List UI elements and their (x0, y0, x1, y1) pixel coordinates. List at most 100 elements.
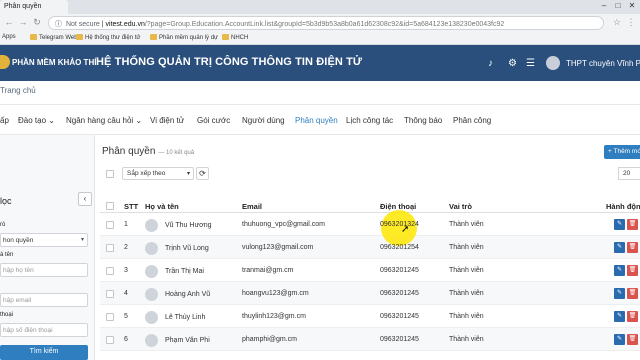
row-stt: 4 (124, 290, 128, 297)
avatar[interactable] (546, 56, 560, 70)
bookmark-icon (222, 34, 229, 40)
row-name[interactable]: Phạm Văn Phi (165, 337, 210, 344)
user-name[interactable]: THPT chuyên Vĩnh Ph (566, 59, 640, 68)
refresh-icon[interactable]: ⟳ (196, 167, 209, 180)
row-role: Thành viên (449, 313, 484, 320)
email-field[interactable]: hập email (0, 293, 88, 307)
edit-icon[interactable]: ✎ (614, 265, 625, 276)
gear-icon[interactable]: ⚙ (508, 58, 517, 69)
menu-item-nguoi-dung[interactable]: Người dùng (242, 116, 285, 125)
edit-icon[interactable]: ✎ (614, 219, 625, 230)
column-stt: STT (124, 202, 139, 211)
bookmark-mail-system[interactable]: Hệ thống thư điện tử (76, 34, 140, 41)
bookmark-telegram[interactable]: Telegram Web (30, 34, 78, 41)
phone-field[interactable]: hập số điện thoại (0, 323, 88, 337)
bookmark-icon (30, 34, 37, 40)
edit-icon[interactable]: ✎ (614, 311, 625, 322)
row-phone: 0963201245 (380, 313, 419, 320)
name-field[interactable]: hập họ tên (0, 263, 88, 277)
row-name[interactable]: Trần Thị Mai (165, 268, 204, 275)
row-name[interactable]: Vũ Thu Hương (165, 222, 212, 229)
row-checkbox[interactable] (106, 313, 114, 321)
delete-icon[interactable]: 🗑 (627, 242, 638, 253)
menu-item-dao-tao[interactable]: Đào tạo ⌄ (18, 116, 55, 125)
column-actions: Hành độn (606, 202, 640, 211)
filter-label-phone: thoại (0, 312, 14, 318)
forward-icon[interactable]: → (18, 17, 28, 27)
menu-item-cap[interactable]: ấp (0, 116, 9, 125)
menu-item-phan-quyen[interactable]: Phân quyền (295, 116, 338, 125)
breadcrumb[interactable]: Trang chủ (0, 86, 36, 95)
delete-icon[interactable]: 🗑 (627, 265, 638, 276)
browser-tab[interactable]: Phân quyền (0, 0, 68, 14)
delete-icon[interactable]: 🗑 (627, 311, 638, 322)
row-checkbox[interactable] (106, 267, 114, 275)
divider (0, 134, 640, 135)
add-button[interactable]: + Thêm mớ (604, 145, 640, 159)
delete-icon[interactable]: 🗑 (627, 219, 638, 230)
menu-item-phan-cong[interactable]: Phân công (453, 116, 491, 125)
back-icon[interactable]: ← (4, 17, 14, 27)
row-role: Thành viên (449, 336, 484, 343)
menu-icon[interactable]: ☰ (526, 58, 535, 69)
address-bar[interactable]: ⓘ Not secure | vitest.edu.vn/?page=Group… (48, 16, 604, 30)
row-stt: 1 (124, 221, 128, 228)
row-checkbox[interactable] (106, 290, 114, 298)
menu-item-goi-cuoc[interactable]: Gói cước (197, 116, 230, 125)
row-role: Thành viên (449, 290, 484, 297)
row-checkbox[interactable] (106, 336, 114, 344)
row-email: tranmai@gm.cm (242, 267, 294, 274)
info-icon: ⓘ (55, 21, 62, 28)
bookmark-nhch[interactable]: NHCH (222, 34, 248, 41)
filter-label-name: à tên (0, 252, 14, 258)
page-size-select[interactable]: 20 (618, 167, 640, 180)
browser-menu-icon[interactable]: ⋮ (626, 17, 636, 28)
edit-icon[interactable]: ✎ (614, 242, 625, 253)
avatar (145, 265, 158, 278)
row-stt: 5 (124, 313, 128, 320)
cursor-highlight (381, 210, 417, 246)
row-name[interactable]: Hoàng Anh Vũ (165, 291, 210, 298)
bookmark-project-software[interactable]: Phần mềm quản lý dự (150, 34, 218, 41)
collapse-sidebar-button[interactable]: ‹ (78, 192, 92, 206)
menu-item-ngan-hang-cau-hoi[interactable]: Ngân hàng câu hỏi ⌄ (66, 116, 142, 125)
page-title: Phân quyền — 10 kết quả (102, 146, 195, 157)
security-label: Not secure (65, 21, 100, 28)
header-checkbox[interactable] (106, 202, 114, 210)
chevron-down-icon: ▾ (186, 171, 190, 177)
reload-icon[interactable]: ↻ (32, 17, 42, 28)
edit-icon[interactable]: ✎ (614, 288, 625, 299)
avatar (145, 311, 158, 324)
menu-item-lich-cong-tac[interactable]: Lịch công tác (346, 116, 393, 125)
filter-label-role: rò (0, 222, 6, 228)
sort-select[interactable]: Sắp xếp theo ▾ (122, 167, 194, 180)
bell-icon[interactable]: ♪ (488, 58, 493, 69)
bookmark-apps[interactable]: Apps (2, 34, 16, 40)
avatar (145, 219, 158, 232)
row-phone: 0963201254 (380, 244, 419, 251)
row-checkbox[interactable] (106, 221, 114, 229)
row-phone: 0963201324 (380, 221, 419, 228)
row-email: thuhuong_vpc@gmail.com (242, 221, 325, 228)
row-name[interactable]: Trịnh Vũ Long (165, 245, 209, 252)
role-select[interactable]: hon quyền ▾ (0, 233, 88, 247)
row-stt: 6 (124, 336, 128, 343)
edit-icon[interactable]: ✎ (614, 334, 625, 345)
bookmark-icon (150, 34, 157, 40)
menu-item-vi-dien-tu[interactable]: Vi điện tử (150, 116, 184, 125)
star-icon[interactable]: ☆ (612, 17, 622, 28)
row-phone: 0963201245 (380, 267, 419, 274)
menu-item-thong-bao[interactable]: Thông báo (404, 116, 442, 125)
row-role: Thành viên (449, 244, 484, 251)
search-button[interactable]: Tìm kiếm (0, 345, 88, 360)
row-checkbox[interactable] (106, 244, 114, 252)
divider (0, 104, 640, 105)
delete-icon[interactable]: 🗑 (627, 288, 638, 299)
close-window-button[interactable]: ✕ (624, 1, 640, 10)
row-name[interactable]: Lê Thùy Linh (165, 314, 205, 321)
delete-icon[interactable]: 🗑 (627, 334, 638, 345)
select-all-checkbox[interactable] (106, 170, 114, 178)
avatar (145, 288, 158, 301)
url-host: vitest.edu.vn (105, 21, 145, 28)
app-name[interactable]: PHẦN MỀM KHẢO THÍ (12, 58, 96, 67)
